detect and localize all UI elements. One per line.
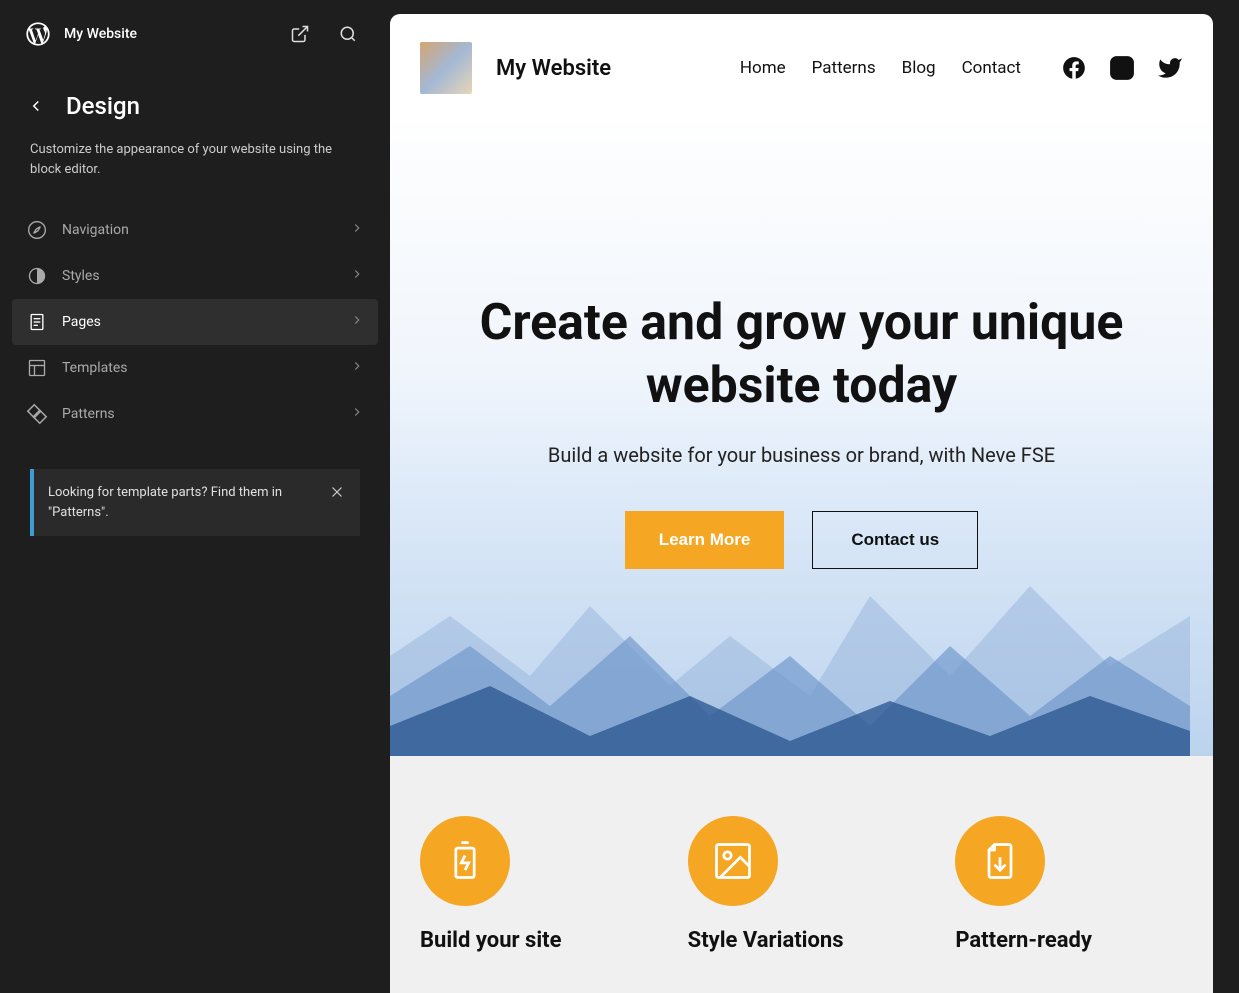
menu-label: Styles [62, 268, 336, 284]
editor-sidebar: My Website Design Customize the appearan… [0, 0, 390, 993]
menu-label: Pages [62, 314, 336, 330]
templates-icon [26, 357, 48, 379]
search-icon [339, 25, 357, 43]
chevron-left-icon [27, 97, 45, 115]
sidebar-description: Customize the appearance of your website… [0, 128, 390, 199]
feature-style: Style Variations [688, 816, 916, 953]
site-header: My Website Home Patterns Blog Contact [390, 14, 1213, 122]
feature-title[interactable]: Build your site [420, 928, 648, 953]
facebook-icon[interactable] [1061, 55, 1087, 81]
feature-build: Build your site [420, 816, 648, 953]
image-icon [688, 816, 778, 906]
site-name[interactable]: My Website [64, 26, 270, 42]
menu-label: Patterns [62, 406, 336, 422]
patterns-icon [26, 403, 48, 425]
menu-label: Templates [62, 360, 336, 376]
chevron-right-icon [350, 405, 364, 423]
notice-dismiss-button[interactable] [328, 483, 346, 508]
compass-icon [26, 219, 48, 241]
nav-link-home[interactable]: Home [740, 58, 786, 78]
download-file-icon [955, 816, 1045, 906]
nav-link-blog[interactable]: Blog [902, 58, 936, 78]
sidebar-item-styles[interactable]: Styles [12, 253, 378, 299]
back-button[interactable] [24, 94, 48, 118]
sidebar-header: My Website [0, 0, 390, 68]
view-site-button[interactable] [282, 16, 318, 52]
sidebar-item-navigation[interactable]: Navigation [12, 207, 378, 253]
nav-link-contact[interactable]: Contact [962, 58, 1021, 78]
sidebar-title: Design [66, 92, 140, 120]
chevron-right-icon [350, 313, 364, 331]
chevron-right-icon [350, 359, 364, 377]
social-links [1061, 55, 1183, 81]
sidebar-title-row: Design [0, 68, 390, 128]
feature-title[interactable]: Style Variations [688, 928, 916, 953]
site-navigation: Home Patterns Blog Contact [740, 58, 1021, 78]
site-title[interactable]: My Website [496, 56, 716, 81]
chevron-right-icon [350, 267, 364, 285]
wordpress-logo-icon[interactable] [24, 20, 52, 48]
hero-section: Create and grow your unique website toda… [390, 122, 1213, 756]
preview-frame-wrap: My Website Home Patterns Blog Contact Cr… [390, 0, 1239, 993]
sidebar-item-pages[interactable]: Pages [12, 299, 378, 345]
close-icon [328, 483, 346, 501]
pages-icon [26, 311, 48, 333]
battery-icon [420, 816, 510, 906]
site-logo-image[interactable] [420, 42, 472, 94]
search-button[interactable] [330, 16, 366, 52]
feature-title[interactable]: Pattern-ready [955, 928, 1183, 953]
sidebar-item-patterns[interactable]: Patterns [12, 391, 378, 437]
notice-text: Looking for template parts? Find them in… [48, 483, 314, 522]
external-link-icon [290, 24, 310, 44]
instagram-icon[interactable] [1109, 55, 1135, 81]
twitter-icon[interactable] [1157, 55, 1183, 81]
feature-pattern: Pattern-ready [955, 816, 1183, 953]
styles-icon [26, 265, 48, 287]
site-preview[interactable]: My Website Home Patterns Blog Contact Cr… [390, 14, 1213, 993]
sidebar-menu: Navigation Styles Pages [0, 199, 390, 445]
features-section: Build your site Style Variations Pattern… [390, 756, 1213, 993]
hero-subtext[interactable]: Build a website for your business or bra… [548, 443, 1055, 467]
mountains-decoration [390, 536, 1190, 756]
sidebar-item-templates[interactable]: Templates [12, 345, 378, 391]
hero-headline[interactable]: Create and grow your unique website toda… [452, 292, 1152, 417]
chevron-right-icon [350, 221, 364, 239]
template-parts-notice: Looking for template parts? Find them in… [30, 469, 360, 536]
nav-link-patterns[interactable]: Patterns [812, 58, 876, 78]
menu-label: Navigation [62, 222, 336, 238]
